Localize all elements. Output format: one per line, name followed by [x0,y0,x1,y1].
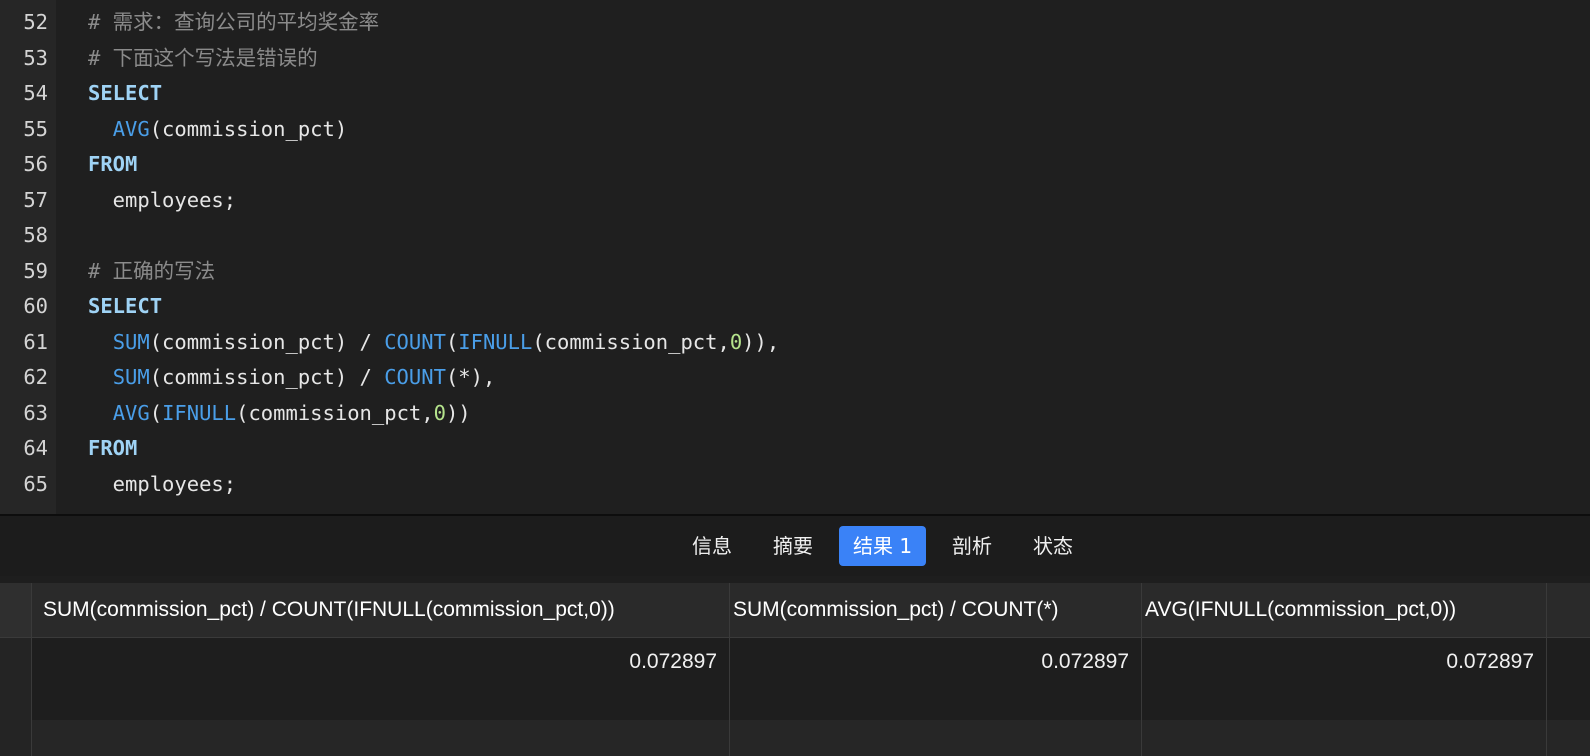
code-text: SELECT [88,75,162,111]
tab-profile[interactable]: 剖析 [938,526,1006,566]
code-token-plain: (commission_pct, [236,400,434,425]
code-token-plain: (commission_pct) / [149,365,385,389]
code-text: # 下面这个写法是错误的 [88,40,318,76]
code-line[interactable]: 56 FROM [0,146,1590,182]
empty-cell [1142,720,1547,756]
line-number: 52 [23,10,48,34]
code-token-keyword: FROM [88,152,138,176]
code-line[interactable]: 64 FROM [0,430,1590,466]
line-number: 57 [23,187,48,212]
column-header[interactable]: SUM(commission_pct) / COUNT(IFNULL(commi… [31,583,730,637]
code-token-keyword: SELECT [88,81,163,105]
code-token-func: IFNULL [162,400,237,425]
code-token-num: 0 [729,329,743,354]
line-number: 65 [23,471,48,496]
line-number: 56 [23,152,48,176]
line-number: 55 [23,116,48,141]
line-number: 60 [23,294,48,318]
code-token-func: SUM [112,329,150,354]
code-token-plain: )), [742,329,780,354]
line-number: 54 [23,81,48,105]
grid-header: SUM(commission_pct) / COUNT(IFNULL(commi… [0,583,1590,638]
line-number: 62 [23,365,48,389]
code-text: SUM(commission_pct) / COUNT(IFNULL(commi… [88,324,780,360]
code-token-comment: # 正确的写法 [88,258,216,283]
code-line[interactable]: 57 employees; [0,182,1590,218]
code-token-plain: (commission_pct, [532,329,730,354]
code-token-keyword: FROM [88,436,138,460]
code-line[interactable]: 60 SELECT [0,288,1590,324]
result-grid[interactable]: SUM(commission_pct) / COUNT(IFNULL(commi… [0,583,1590,756]
code-text: FROM [88,430,137,466]
line-number: 64 [23,436,48,460]
code-token-plain: )) [445,400,471,425]
code-token-plain: employees; [88,187,237,212]
code-token-keyword: SELECT [88,294,163,318]
code-token-plain: (*), [445,365,496,389]
code-token-func: SUM [112,365,150,389]
code-text: SUM(commission_pct) / COUNT(*), [88,359,496,395]
code-line[interactable]: 62 SUM(commission_pct) / COUNT(*), [0,359,1590,395]
code-line[interactable]: 61 SUM(commission_pct) / COUNT(IFNULL(co… [0,324,1590,360]
sql-editor[interactable]: 52 # 需求：查询公司的平均奖金率 53 # 下面这个写法是错误的 54 SELECT 5… [0,0,1590,514]
code-token-plain: employees; [88,471,237,496]
code-line[interactable]: 63 AVG(IFNULL(commission_pct,0)) [0,395,1590,431]
code-line[interactable]: 54 SELECT [0,75,1590,111]
code-text: AVG(commission_pct) [88,111,348,147]
code-token-comment: # 下面这个写法是错误的 [88,45,318,70]
code-line[interactable]: 58 [0,217,1590,253]
table-cell[interactable]: 0.072897 [1142,638,1547,720]
code-line[interactable]: 53 # 下面这个写法是错误的 [0,40,1590,76]
line-number: 61 [23,329,48,354]
code-line[interactable]: 52 # 需求：查询公司的平均奖金率 [0,4,1590,40]
table-cell[interactable]: 0.072897 [31,638,730,720]
row-marker[interactable] [0,638,32,720]
code-token-plain: (commission_pct) [149,116,348,141]
code-line[interactable]: 55 AVG(commission_pct) [0,111,1590,147]
code-token-func: AVG [112,116,150,141]
line-number: 58 [23,223,48,247]
tab-summary[interactable]: 摘要 [759,526,827,566]
code-token-comment: # 需求：查询公司的平均奖金率 [88,10,380,34]
code-token-func: AVG [112,400,150,425]
row-marker [0,720,32,756]
code-token-plain: (commission_pct) / [149,329,385,354]
line-number: 59 [23,258,48,283]
line-number: 53 [23,45,48,70]
code-text: employees; [88,182,236,218]
code-token-func: IFNULL [458,329,533,354]
code-token-num: 0 [433,400,446,425]
code-token-func: COUNT [384,329,446,354]
empty-cell [730,720,1142,756]
tab-result-1[interactable]: 结果 1 [839,526,927,566]
tab-status[interactable]: 状态 [1019,526,1087,566]
result-tab-bar: 信息 摘要 结果 1 剖析 状态 [0,516,1590,576]
code-line[interactable]: 65 employees; [0,466,1590,502]
code-line[interactable]: 59 # 正确的写法 [0,253,1590,289]
header-corner[interactable] [0,583,32,637]
code-text: employees; [88,466,236,502]
code-text: FROM [88,146,137,182]
code-token-plain: ( [445,329,459,354]
table-cell[interactable]: 0.072897 [730,638,1142,720]
tab-info[interactable]: 信息 [678,526,746,566]
empty-row [0,720,1590,756]
code-token-func: COUNT [384,365,446,389]
code-token-plain: ( [149,400,163,425]
table-row[interactable]: 0.072897 0.072897 0.072897 [0,638,1590,720]
column-header[interactable]: SUM(commission_pct) / COUNT(*) [730,583,1142,637]
empty-cell [31,720,730,756]
code-text: SELECT [88,288,162,324]
code-text: # 正确的写法 [88,253,215,289]
column-header[interactable]: AVG(IFNULL(commission_pct,0)) [1142,583,1547,637]
code-text: AVG(IFNULL(commission_pct,0)) [88,395,471,431]
line-number: 63 [23,400,48,425]
code-text: # 需求：查询公司的平均奖金率 [88,4,379,40]
